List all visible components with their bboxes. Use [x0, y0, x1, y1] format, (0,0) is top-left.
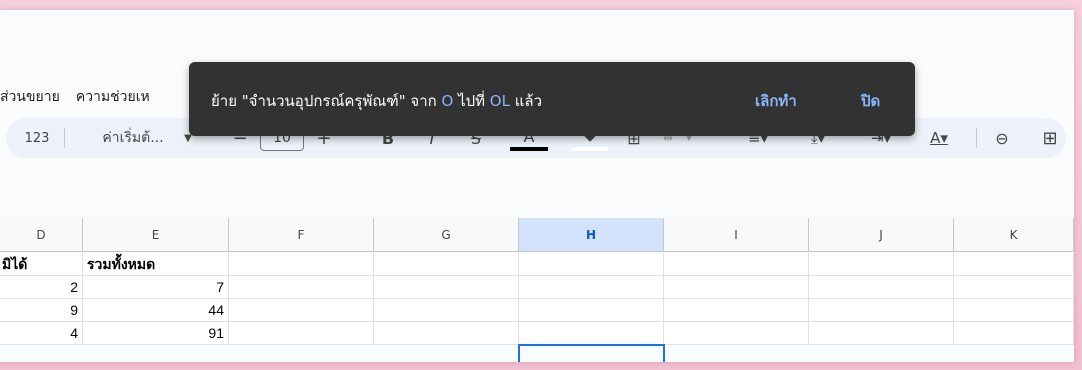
table-cell[interactable] [809, 253, 954, 276]
table-cell[interactable] [374, 276, 519, 299]
table-cell[interactable] [519, 253, 664, 276]
insert-comment-icon[interactable]: ⊞ [1036, 124, 1064, 152]
table-cell[interactable] [664, 299, 809, 322]
table-cell[interactable] [954, 299, 1074, 322]
toast-message: ย้าย "จำนวนอุปกรณ์ครุพัณฑ์" จาก O ไปที่ … [211, 89, 542, 113]
toast-to-column: OL [489, 92, 510, 110]
table-cell[interactable] [229, 322, 374, 345]
column-header-g[interactable]: G [374, 218, 519, 252]
toast-message-text: แล้ว [509, 92, 543, 110]
toast-message-text: ไปที่ [453, 92, 490, 110]
table-cell[interactable] [519, 276, 664, 299]
table-cell[interactable] [229, 253, 374, 276]
table-cell[interactable] [519, 299, 664, 322]
table-cell[interactable] [954, 276, 1074, 299]
table-cell[interactable] [374, 299, 519, 322]
table-cell[interactable] [374, 253, 519, 276]
undo-button[interactable]: เลิกทำ [755, 89, 797, 113]
table-cell[interactable]: 44 [83, 299, 229, 322]
text-rotation-icon[interactable]: A▾ [918, 124, 960, 152]
column-header-e[interactable]: E [83, 218, 229, 252]
table-cell[interactable] [229, 299, 374, 322]
selected-cell-outline[interactable] [518, 344, 665, 362]
insert-link-icon[interactable]: ⊖ [988, 124, 1016, 152]
table-cell[interactable] [664, 276, 809, 299]
menu-extensions[interactable]: ส่วนขยาย [0, 86, 60, 108]
cell-d-header[interactable]: มิได้ [0, 253, 83, 276]
table-cell[interactable] [809, 299, 954, 322]
column-header-f[interactable]: F [229, 218, 374, 252]
font-family-select[interactable]: ค่าเริ่มต้... [88, 124, 178, 152]
column-header-i[interactable]: I [664, 218, 809, 252]
column-header-k[interactable]: K [954, 218, 1074, 252]
table-cell[interactable] [809, 322, 954, 345]
column-header-h[interactable]: H [519, 218, 664, 252]
table-cell[interactable]: 9 [0, 299, 83, 322]
table-cell[interactable] [229, 276, 374, 299]
cell-e-header[interactable]: รวมทั้งหมด [83, 253, 229, 276]
table-cell[interactable]: 4 [0, 322, 83, 345]
table-cell[interactable]: 7 [83, 276, 229, 299]
table-cell[interactable]: 91 [83, 322, 229, 345]
toast-from-column: O [441, 92, 454, 110]
table-cell[interactable] [664, 322, 809, 345]
close-button[interactable]: ปิด [861, 89, 880, 113]
spreadsheet-window: ส่วนขยาย ความช่วยเห 123 ค่าเริ่มต้... ▼ … [0, 10, 1074, 362]
table-cell[interactable] [374, 322, 519, 345]
table-cell[interactable] [954, 322, 1074, 345]
table-cell[interactable]: 2 [0, 276, 83, 299]
table-cell[interactable] [809, 276, 954, 299]
menu-help[interactable]: ความช่วยเห [76, 86, 150, 108]
toast-message-text: ย้าย "จำนวนอุปกรณ์ครุพัณฑ์" จาก [211, 92, 442, 110]
table-cell[interactable] [664, 253, 809, 276]
column-header-j[interactable]: J [809, 218, 954, 252]
column-header-d[interactable]: D [0, 218, 83, 252]
toolbar-divider [64, 128, 65, 148]
table-cell[interactable] [519, 322, 664, 345]
menu-bar: ส่วนขยาย ความช่วยเห [0, 86, 150, 108]
toast-notification: ย้าย "จำนวนอุปกรณ์ครุพัณฑ์" จาก O ไปที่ … [189, 62, 915, 136]
toolbar-divider [976, 128, 977, 148]
number-format-button[interactable]: 123 [20, 124, 54, 152]
table-cell[interactable] [954, 253, 1074, 276]
